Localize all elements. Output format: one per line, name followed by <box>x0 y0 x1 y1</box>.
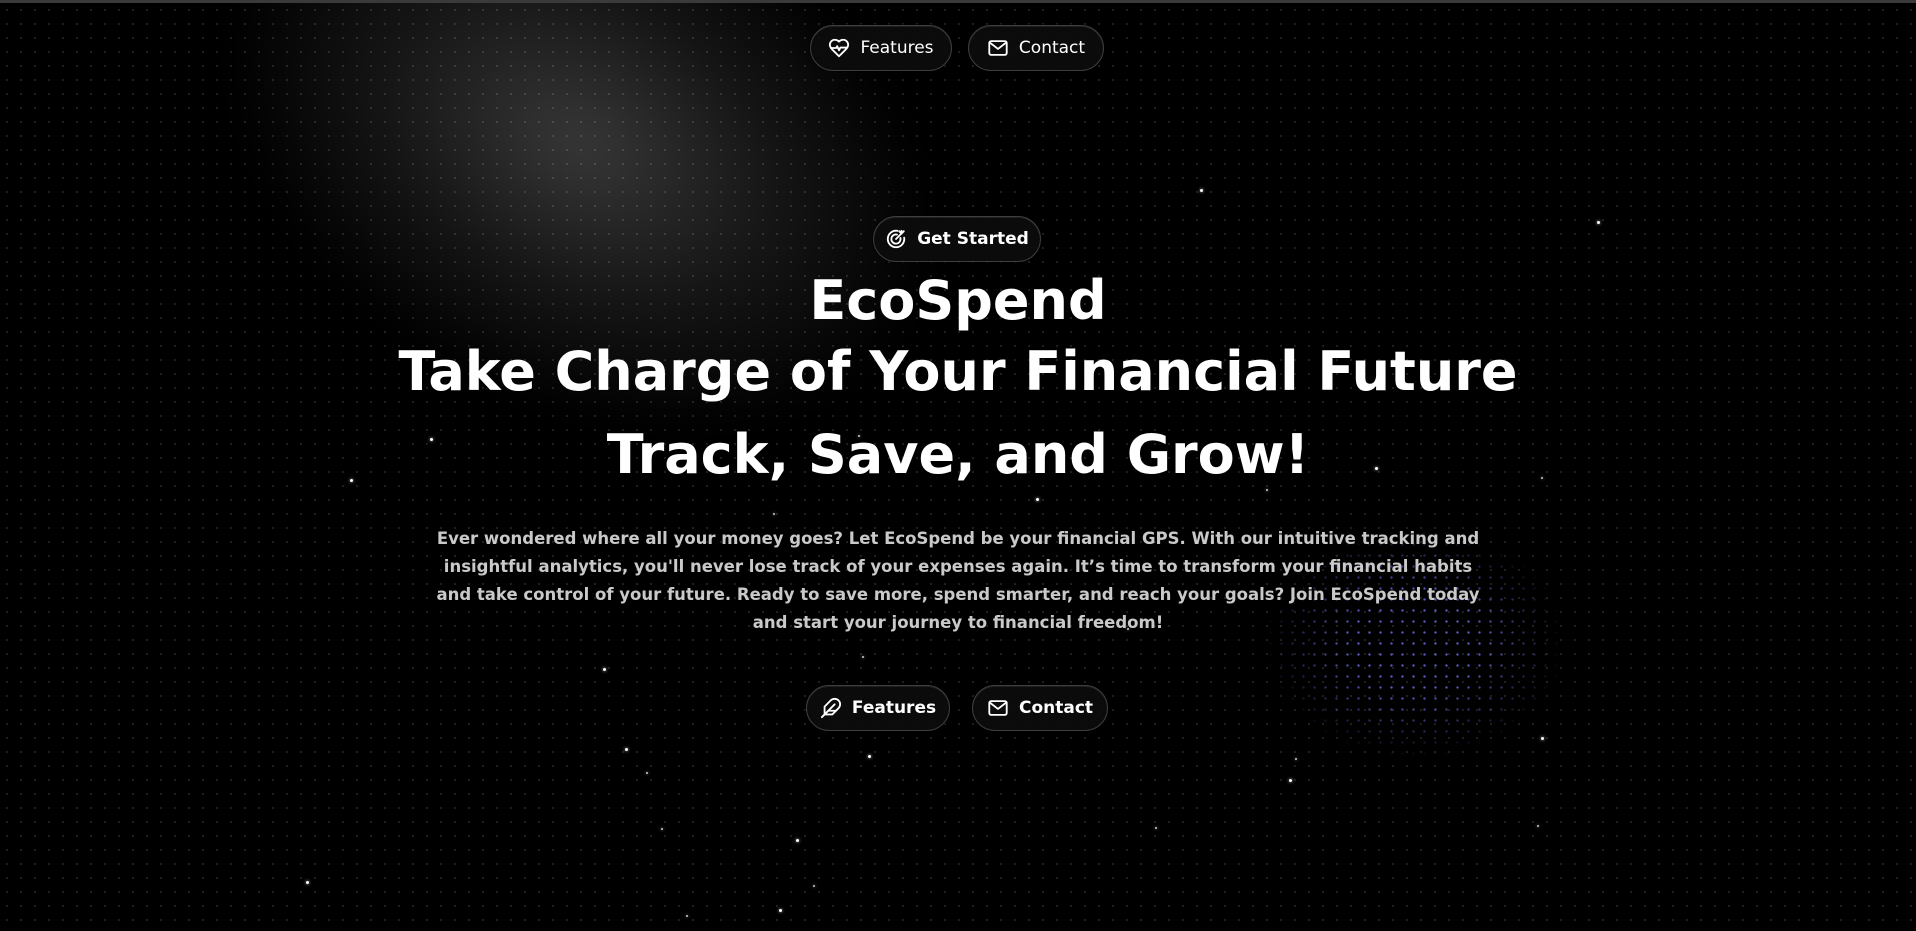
star <box>1289 779 1292 782</box>
hero-description: Ever wondered where all your money goes?… <box>436 529 1480 632</box>
nav-contact-label: Contact <box>1018 38 1086 58</box>
star <box>603 668 606 671</box>
star <box>1200 189 1203 192</box>
page-title: EcoSpend <box>809 269 1107 332</box>
star <box>1036 498 1039 501</box>
star <box>306 881 309 884</box>
landing-page: Features Contact Get Started EcoSpend Ta… <box>0 0 1916 931</box>
star <box>1155 827 1157 829</box>
star <box>773 513 775 515</box>
feather-icon <box>820 697 841 719</box>
star <box>1537 825 1539 827</box>
cta-contact-label: Contact <box>1018 698 1094 718</box>
star <box>661 828 663 830</box>
cta-features-button[interactable]: Features <box>806 685 950 731</box>
hero-subtitle: Take Charge of Your Financial Future <box>398 340 1518 403</box>
star <box>1295 758 1297 760</box>
star <box>1266 489 1268 491</box>
cta-contact-button[interactable]: Contact <box>972 685 1108 731</box>
star <box>868 755 871 758</box>
star <box>779 909 782 912</box>
nav-features-button[interactable]: Features <box>810 25 952 71</box>
star <box>813 885 815 887</box>
hero-tagline: Track, Save, and Grow! <box>606 423 1310 486</box>
star <box>646 772 648 774</box>
nav-contact-button[interactable]: Contact <box>968 25 1104 71</box>
star <box>796 839 799 842</box>
cta-features-label: Features <box>851 698 937 718</box>
star <box>686 915 688 917</box>
get-started-label: Get Started <box>917 229 1029 249</box>
get-started-button[interactable]: Get Started <box>873 216 1041 262</box>
mail-icon <box>988 700 1008 716</box>
nav-features-label: Features <box>860 38 934 58</box>
star <box>1597 221 1600 224</box>
star <box>1541 737 1544 740</box>
target-arrow-icon <box>887 229 906 249</box>
star <box>862 656 864 658</box>
heart-pulse-icon <box>829 38 850 58</box>
star <box>625 748 628 751</box>
mail-icon <box>988 40 1008 56</box>
